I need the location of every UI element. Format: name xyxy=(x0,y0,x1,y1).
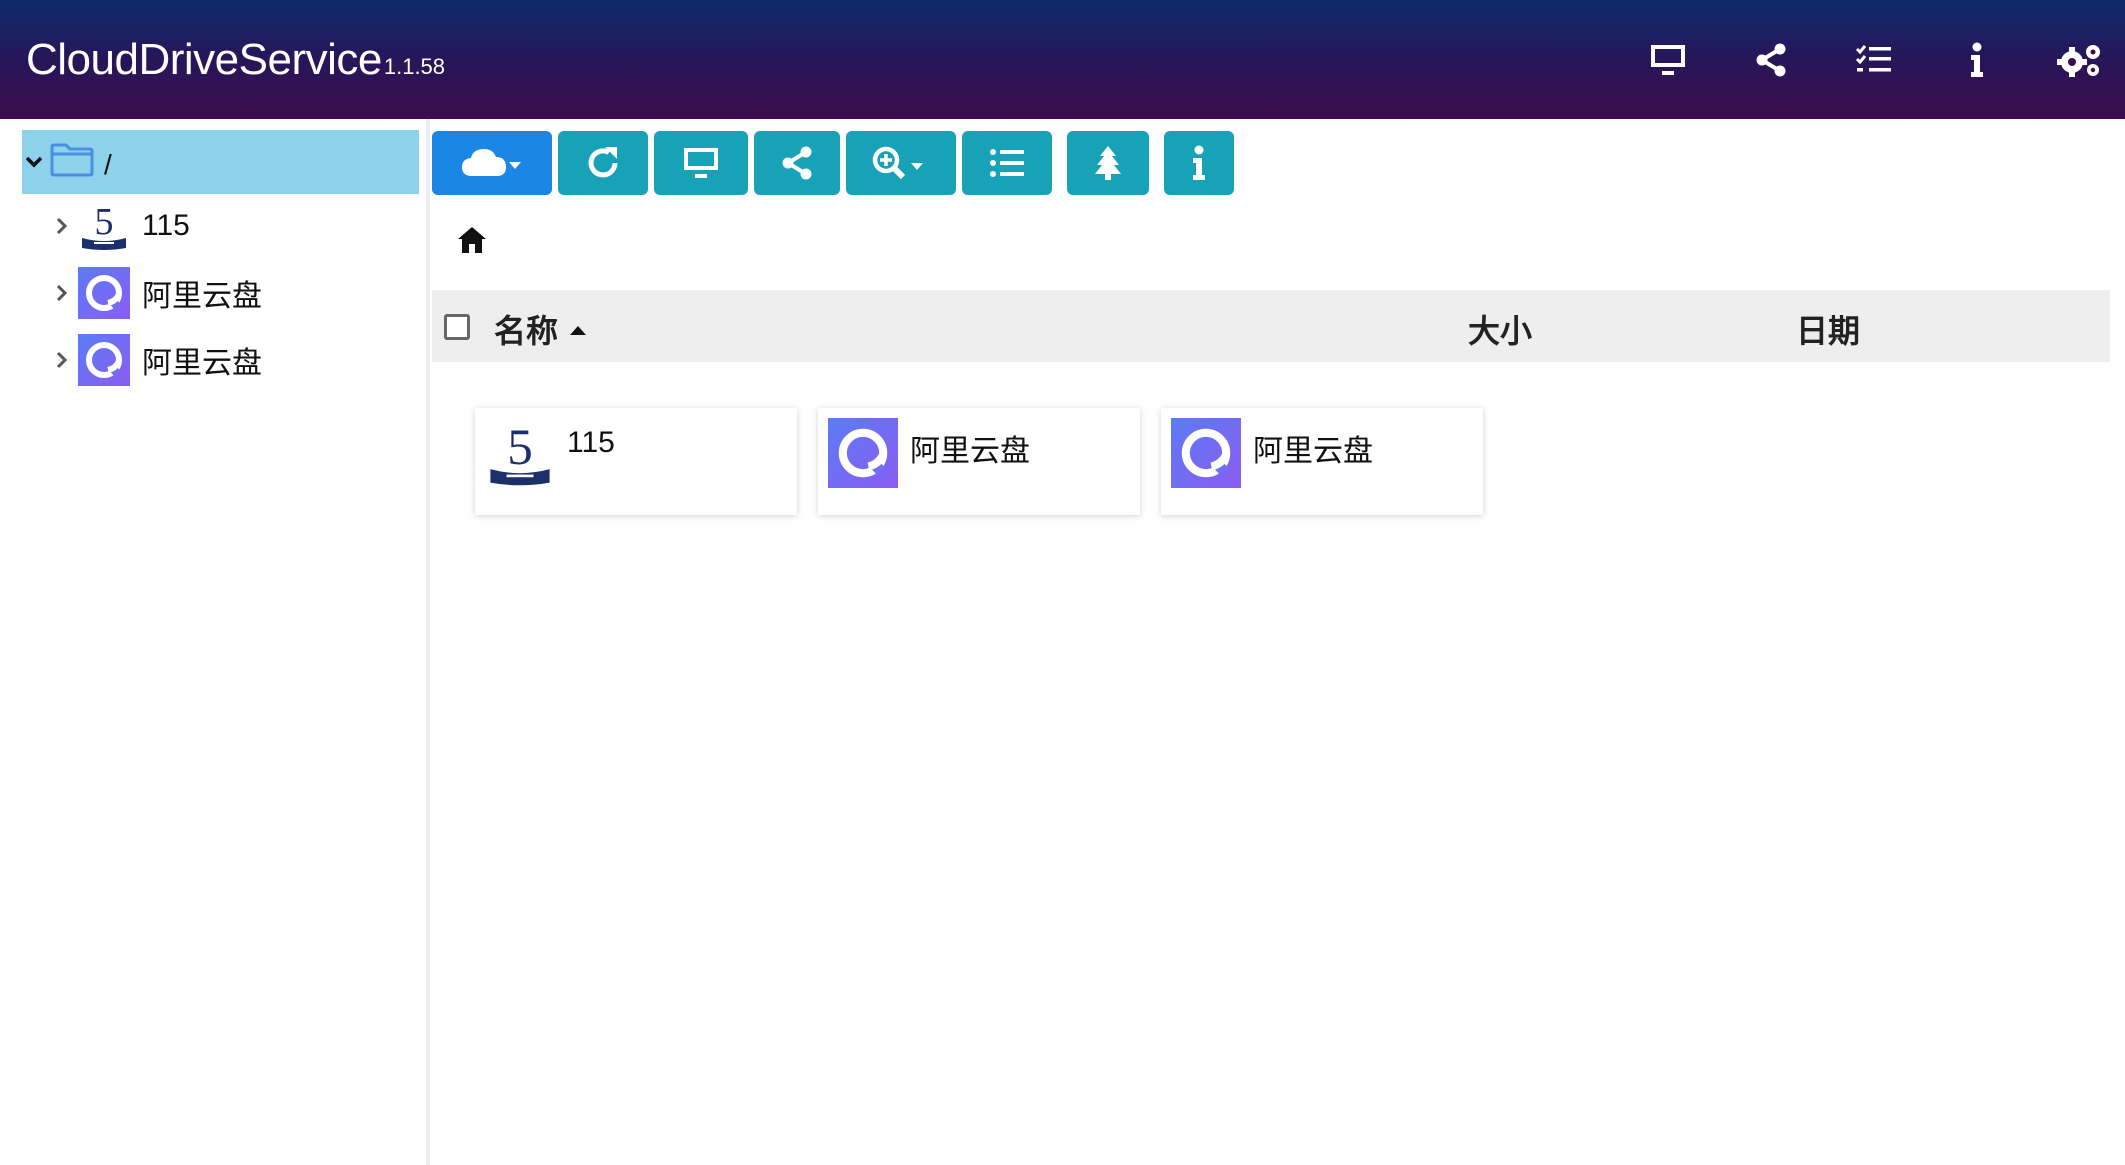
settings-gears-icon[interactable] xyxy=(2057,37,2103,83)
search-dropdown-button[interactable] xyxy=(846,131,956,195)
file-grid: 115 阿里云盘 阿里云盘 xyxy=(475,408,1504,515)
app-header: CloudDriveService 1.1.58 xyxy=(0,0,2125,119)
tree-view-button[interactable] xyxy=(1067,131,1149,195)
search-plus-dropdown-icon xyxy=(872,146,923,180)
tree-root-node[interactable]: / xyxy=(22,130,419,194)
aliyun-drive-logo-icon xyxy=(828,418,898,488)
list-view-button[interactable] xyxy=(962,131,1052,195)
sort-up-icon xyxy=(568,307,588,344)
chevron-right-icon[interactable] xyxy=(50,217,74,235)
chevron-right-icon[interactable] xyxy=(50,351,74,369)
monitor-icon xyxy=(684,148,718,178)
refresh-button[interactable] xyxy=(558,131,648,195)
info-icon[interactable] xyxy=(1954,37,2000,83)
115-logo-icon xyxy=(485,418,555,488)
file-card-aliyun-1[interactable]: 阿里云盘 xyxy=(818,408,1140,515)
share-icon[interactable] xyxy=(1748,37,1794,83)
column-date-header[interactable]: 日期 xyxy=(1796,306,1860,352)
chevron-down-icon[interactable] xyxy=(22,156,46,168)
select-all-checkbox[interactable] xyxy=(444,314,470,340)
tree-root-label: / xyxy=(104,149,112,180)
refresh-icon xyxy=(588,147,618,178)
tree-item-label: 阿里云盘 xyxy=(142,280,262,313)
aliyun-drive-logo-icon xyxy=(1171,418,1241,488)
column-name-header[interactable]: 名称 xyxy=(494,306,588,352)
aliyun-drive-logo-icon xyxy=(78,334,130,386)
monitor-icon[interactable] xyxy=(1645,37,1691,83)
cloud-dropdown-button[interactable] xyxy=(432,131,552,195)
file-card-label: 阿里云盘 xyxy=(910,435,1030,468)
folder-icon xyxy=(50,143,94,182)
aliyun-drive-logo-icon xyxy=(78,267,130,319)
share-icon xyxy=(782,146,812,180)
column-name-label: 名称 xyxy=(494,313,559,349)
tree-item-label: 115 xyxy=(142,209,190,242)
115-logo-icon xyxy=(78,200,130,252)
app-title: CloudDriveService xyxy=(26,34,382,84)
cloud-dropdown-icon xyxy=(462,149,521,176)
info-icon xyxy=(1193,145,1205,180)
toolbar xyxy=(432,131,1240,195)
column-size-header[interactable]: 大小 xyxy=(1468,306,1532,352)
tree-item-aliyun-1[interactable]: 阿里云盘 xyxy=(50,265,410,321)
chevron-right-icon[interactable] xyxy=(50,284,74,302)
list-icon xyxy=(990,149,1024,177)
file-card-label: 115 xyxy=(567,426,615,459)
app-version: 1.1.58 xyxy=(383,53,446,79)
share-button[interactable] xyxy=(754,131,840,195)
breadcrumb-home-icon[interactable] xyxy=(456,225,488,257)
tree-icon xyxy=(1095,146,1121,180)
file-card-115[interactable]: 115 xyxy=(475,408,797,515)
info-button[interactable] xyxy=(1164,131,1234,195)
header-actions xyxy=(1588,37,2103,83)
file-card-label: 阿里云盘 xyxy=(1253,435,1373,468)
main-panel: 名称 大小 日期 115 阿里云盘 阿里云盘 xyxy=(432,119,2125,1165)
tree-item-aliyun-2[interactable]: 阿里云盘 xyxy=(50,332,410,388)
file-card-aliyun-2[interactable]: 阿里云盘 xyxy=(1161,408,1483,515)
sidebar-tree: / 115 阿里云盘 阿里云盘 xyxy=(0,119,430,1165)
monitor-button[interactable] xyxy=(654,131,748,195)
tree-item-label: 阿里云盘 xyxy=(142,347,262,380)
brand[interactable]: CloudDriveService 1.1.58 xyxy=(26,35,445,85)
task-list-icon[interactable] xyxy=(1851,37,1897,83)
file-list-header: 名称 大小 日期 xyxy=(432,290,2110,362)
tree-item-115[interactable]: 115 xyxy=(50,198,410,254)
